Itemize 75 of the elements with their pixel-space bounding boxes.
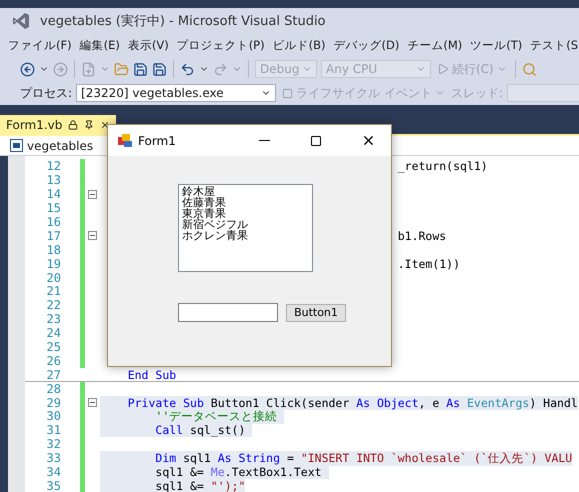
list-item[interactable]: ホクレン青果 (182, 230, 309, 241)
line-number: 15 (46, 201, 61, 216)
save-icon[interactable] (133, 62, 148, 76)
project-name: vegetables (27, 138, 94, 152)
list-item[interactable]: 佐藤青果 (182, 197, 309, 208)
line-number: 33 (46, 451, 61, 466)
code-line: b1.Rows (398, 228, 446, 243)
window-title: vegetables (実行中) - Microsoft Visual Studio (40, 13, 326, 30)
code-line: .Item(1)) (398, 256, 460, 271)
line-number: 30 (46, 409, 61, 424)
menu-item[interactable]: ビルド(B) (268, 38, 330, 53)
button1-button[interactable]: Button1 (286, 304, 346, 322)
line-number: 13 (46, 173, 61, 188)
code-line: End Sub (128, 368, 176, 382)
line-number: 19 (46, 256, 61, 271)
maximize-icon (310, 134, 322, 146)
line-number: 24 (46, 326, 61, 340)
pin-icon[interactable] (84, 120, 94, 130)
text-input[interactable] (178, 303, 278, 322)
document-tab[interactable]: Form1.vb (0, 115, 116, 134)
undo-icon[interactable] (180, 62, 195, 76)
list-item[interactable]: 鈴木屋 (182, 186, 309, 197)
line-number: 31 (46, 423, 61, 438)
close-icon[interactable] (100, 120, 110, 130)
thread-label: スレッド: (450, 84, 503, 102)
vb-project-icon (10, 139, 23, 152)
save-all-icon[interactable] (152, 62, 167, 76)
line-number: 20 (46, 270, 61, 285)
line-number: 27 (46, 368, 61, 382)
line-number: 14 (46, 187, 61, 202)
code-line: Private Sub Button1_Click(sender As Object, e As EventArgs) Handl (128, 396, 578, 410)
minimize-icon (258, 140, 270, 141)
menu-item[interactable]: テスト(S (526, 38, 579, 53)
menu-item[interactable]: 表示(V) (124, 38, 173, 53)
back-icon[interactable] (20, 62, 35, 76)
line-number: 28 (46, 382, 61, 396)
menu-item[interactable]: プロジェクト(P) (172, 38, 269, 53)
list-item[interactable]: 新宿ベジフル (182, 219, 309, 230)
line-number: 21 (46, 284, 61, 298)
code-line: ''データベースと接続 (155, 408, 278, 424)
menu-item[interactable]: チーム(M) (403, 38, 466, 53)
form-icon (118, 134, 132, 148)
process-dropdown[interactable]: [23220] vegetables.exe (76, 84, 276, 102)
square-icon (282, 88, 294, 98)
code-line: _return(sql1) (398, 159, 488, 174)
code-line: Dim sql1 As String = "INSERT INTO `wholesale` (`仕入先`) VALU (155, 450, 572, 466)
process-label: プロセス: (20, 84, 72, 102)
menu-item[interactable]: 編集(E) (76, 38, 124, 53)
menu-item[interactable]: ツール(T) (466, 38, 526, 53)
visual-studio-logo (12, 12, 30, 30)
line-number: 29 (46, 396, 61, 410)
line-number: 32 (46, 437, 61, 452)
line-number: 25 (46, 340, 61, 354)
list-box[interactable]: 鈴木屋 佐藤青果 東京青果 新宿ベジフル ホクレン青果 (178, 184, 313, 272)
collapse-icon[interactable] (88, 231, 97, 240)
line-number: 12 (46, 159, 61, 174)
code-line: Call sql_st() (155, 423, 246, 438)
form-title: Form1 (138, 134, 177, 148)
line-number: 34 (46, 465, 61, 480)
line-number: 16 (46, 215, 61, 230)
code-line: sql1 &= Me.TextBox1.Text (155, 465, 323, 480)
line-number: 17 (46, 228, 61, 243)
collapse-icon[interactable] (88, 190, 97, 199)
code-line: sql1 &= "');" (155, 478, 246, 492)
menu-item[interactable]: デバッグ(D) (329, 38, 404, 53)
line-number: 23 (46, 312, 61, 326)
line-number: 22 (46, 298, 61, 312)
collapse-icon[interactable] (88, 398, 97, 408)
line-number: 26 (46, 354, 61, 368)
line-number: 35 (46, 478, 61, 492)
menu-item[interactable]: ファイル(F) (4, 38, 76, 53)
line-number: 18 (46, 242, 61, 257)
play-icon (437, 63, 449, 75)
list-item[interactable]: 東京青果 (182, 208, 309, 219)
lock-icon (68, 120, 78, 130)
